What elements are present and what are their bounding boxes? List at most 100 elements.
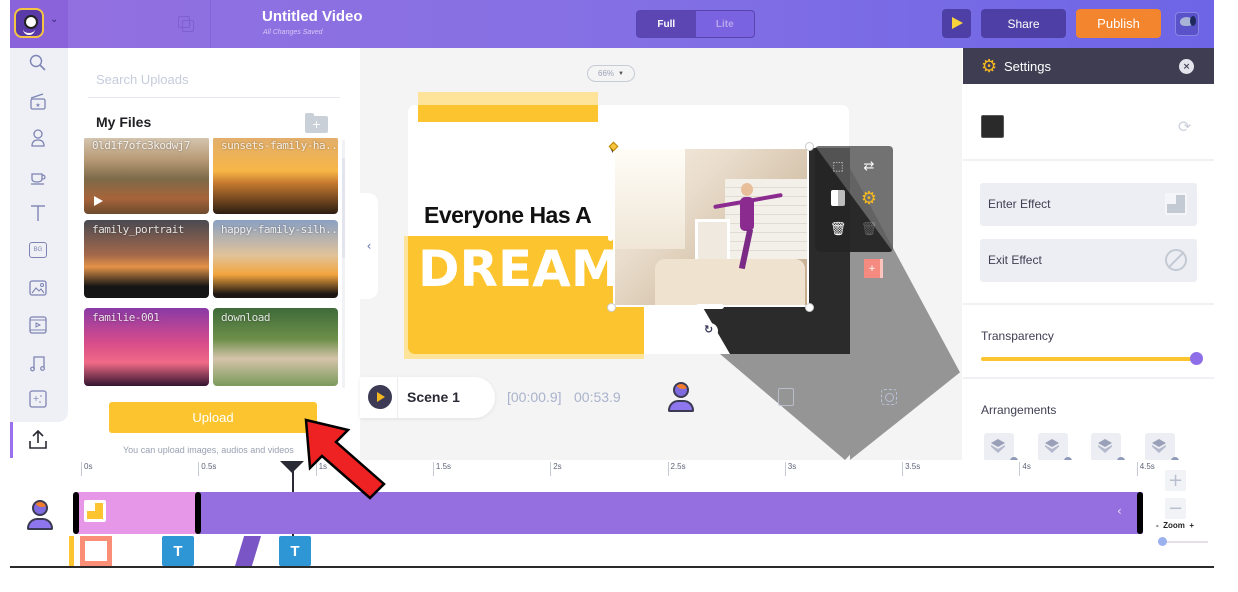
- file-name: download: [221, 311, 270, 324]
- music-icon[interactable]: [27, 352, 49, 374]
- focus-icon[interactable]: [881, 389, 897, 405]
- search-icon[interactable]: [27, 52, 49, 74]
- settings-title: Settings: [1004, 59, 1051, 74]
- top-bar: ⌄ Untitled Video All Changes Saved Full …: [10, 0, 1214, 48]
- resize-handle[interactable]: [805, 142, 814, 151]
- swap-icon[interactable]: ⇄: [859, 156, 879, 176]
- clapperboard-icon[interactable]: ★: [27, 90, 49, 112]
- layer-chip-frame[interactable]: [80, 536, 112, 566]
- scene-label[interactable]: Scene 1: [407, 389, 460, 405]
- duplicate-icon[interactable]: [176, 14, 196, 34]
- upload-hint: You can upload images, audios and videos: [123, 445, 294, 455]
- character-icon[interactable]: [27, 127, 49, 149]
- preview-play-button[interactable]: [942, 9, 971, 38]
- zoom-in-button[interactable]: +: [1165, 470, 1186, 491]
- text-icon[interactable]: [27, 202, 49, 224]
- coffee-cup-icon[interactable]: [27, 165, 49, 187]
- send-to-back-button[interactable]: [1145, 433, 1179, 460]
- file-thumbnail[interactable]: 0ld1f7ofc3kodwj7: [84, 138, 209, 214]
- image-icon[interactable]: [27, 277, 49, 299]
- mode-lite-button[interactable]: Lite: [696, 11, 755, 37]
- transparency-slider-knob[interactable]: [1190, 352, 1203, 365]
- file-thumbnail[interactable]: family_portrait: [84, 220, 209, 298]
- search-uploads-input[interactable]: Search Uploads: [88, 72, 340, 98]
- layer-chip-text[interactable]: T: [279, 536, 311, 566]
- decor-bar: [418, 105, 598, 122]
- gear-icon: ⚙: [981, 56, 998, 77]
- flip-icon[interactable]: [828, 188, 848, 208]
- resize-handle[interactable]: [696, 143, 724, 148]
- file-thumbnail[interactable]: familie-001: [84, 308, 209, 386]
- mode-full-button[interactable]: Full: [637, 11, 696, 37]
- collapse-panel-button[interactable]: ‹: [360, 193, 378, 299]
- timeline-zoom-slider[interactable]: [1162, 541, 1208, 543]
- character-icon[interactable]: [667, 382, 695, 414]
- scene-play-button[interactable]: [368, 385, 392, 409]
- selected-image[interactable]: [613, 147, 809, 307]
- enter-effect-label: Enter Effect: [988, 197, 1051, 211]
- divider: [963, 159, 1214, 161]
- gear-icon[interactable]: ⚙: [859, 188, 879, 209]
- enter-effect-end-handle[interactable]: [195, 492, 202, 534]
- highlight-text[interactable]: DREAM: [418, 240, 621, 298]
- mode-toggle: Full Lite: [636, 10, 755, 38]
- file-name: family_portrait: [92, 223, 184, 236]
- resize-handle[interactable]: [696, 304, 724, 309]
- timeline-zoom-knob[interactable]: [1158, 537, 1167, 546]
- resize-handle[interactable]: [805, 303, 814, 312]
- rail-item-uploads[interactable]: [10, 422, 68, 458]
- track-start-handle[interactable]: [73, 492, 79, 534]
- resize-handle[interactable]: [608, 213, 613, 241]
- headline-text[interactable]: Everyone Has A: [424, 202, 592, 229]
- timeline: 0s 0.5s 1s 1.5s 2s 2.5s 3s 3.5s 4s 4.5s ‹ T T + −…: [10, 460, 1214, 570]
- bg-icon[interactable]: BG: [27, 239, 49, 261]
- bring-forward-button[interactable]: [984, 433, 1018, 460]
- file-thumbnail[interactable]: sunsets-family-ha...: [213, 138, 338, 214]
- character-track-bar[interactable]: [75, 492, 1143, 534]
- file-thumbnail[interactable]: happy-family-silh...: [213, 220, 338, 298]
- ruler-tick: 0.5s: [198, 462, 216, 476]
- add-element-button[interactable]: +: [864, 259, 883, 278]
- sparkle-icon[interactable]: +: [27, 388, 49, 410]
- exit-effect-button[interactable]: Exit Effect: [980, 239, 1197, 282]
- rotate-icon[interactable]: [702, 323, 718, 339]
- scrollbar-thumb[interactable]: [342, 158, 345, 258]
- bring-to-front-button[interactable]: [1091, 433, 1125, 460]
- layer-chip-shape[interactable]: [232, 536, 264, 566]
- user-avatar[interactable]: [1175, 12, 1199, 36]
- frame-icon[interactable]: [778, 388, 794, 406]
- new-folder-button[interactable]: +: [305, 113, 328, 133]
- svg-text:+: +: [33, 394, 40, 403]
- transparency-slider[interactable]: [981, 357, 1196, 361]
- divider: [963, 377, 1214, 379]
- trash-icon[interactable]: 🗑: [828, 219, 848, 239]
- resize-handle[interactable]: [607, 303, 616, 312]
- zoom-out-button[interactable]: −: [1165, 498, 1186, 519]
- file-thumbnail[interactable]: download: [213, 308, 338, 386]
- file-name: familie-001: [92, 311, 160, 324]
- ruler-tick: 4s: [1019, 462, 1031, 476]
- trash-icon: 🗑: [860, 221, 878, 237]
- chevron-down-icon: ⌄: [50, 14, 59, 25]
- layer-chip-text[interactable]: T: [162, 536, 194, 566]
- project-title[interactable]: Untitled Video: [262, 8, 363, 25]
- chevron-left-icon[interactable]: ‹: [1117, 504, 1122, 518]
- reset-icon[interactable]: ⟳: [1178, 117, 1191, 136]
- layer-chip-decor[interactable]: [69, 536, 74, 566]
- library-rail: ★ BG +: [10, 48, 68, 422]
- crop-icon[interactable]: ⬚: [828, 156, 848, 176]
- app-menu-button[interactable]: ⌄: [10, 0, 68, 48]
- share-button[interactable]: Share: [981, 9, 1066, 38]
- canvas-zoom-select[interactable]: 66% ▼: [587, 65, 635, 82]
- send-backward-button[interactable]: [1038, 433, 1072, 460]
- enter-effect-icon: [84, 500, 106, 522]
- close-icon[interactable]: ×: [1179, 59, 1194, 74]
- arrangements-label: Arrangements: [981, 403, 1057, 417]
- video-icon[interactable]: [27, 314, 49, 336]
- track-end-handle[interactable]: [1137, 492, 1143, 534]
- file-name: sunsets-family-ha...: [221, 139, 338, 152]
- upload-button[interactable]: Upload: [109, 402, 317, 433]
- publish-button[interactable]: Publish: [1076, 9, 1161, 38]
- color-swatch[interactable]: [981, 115, 1004, 138]
- enter-effect-button[interactable]: Enter Effect: [980, 183, 1197, 226]
